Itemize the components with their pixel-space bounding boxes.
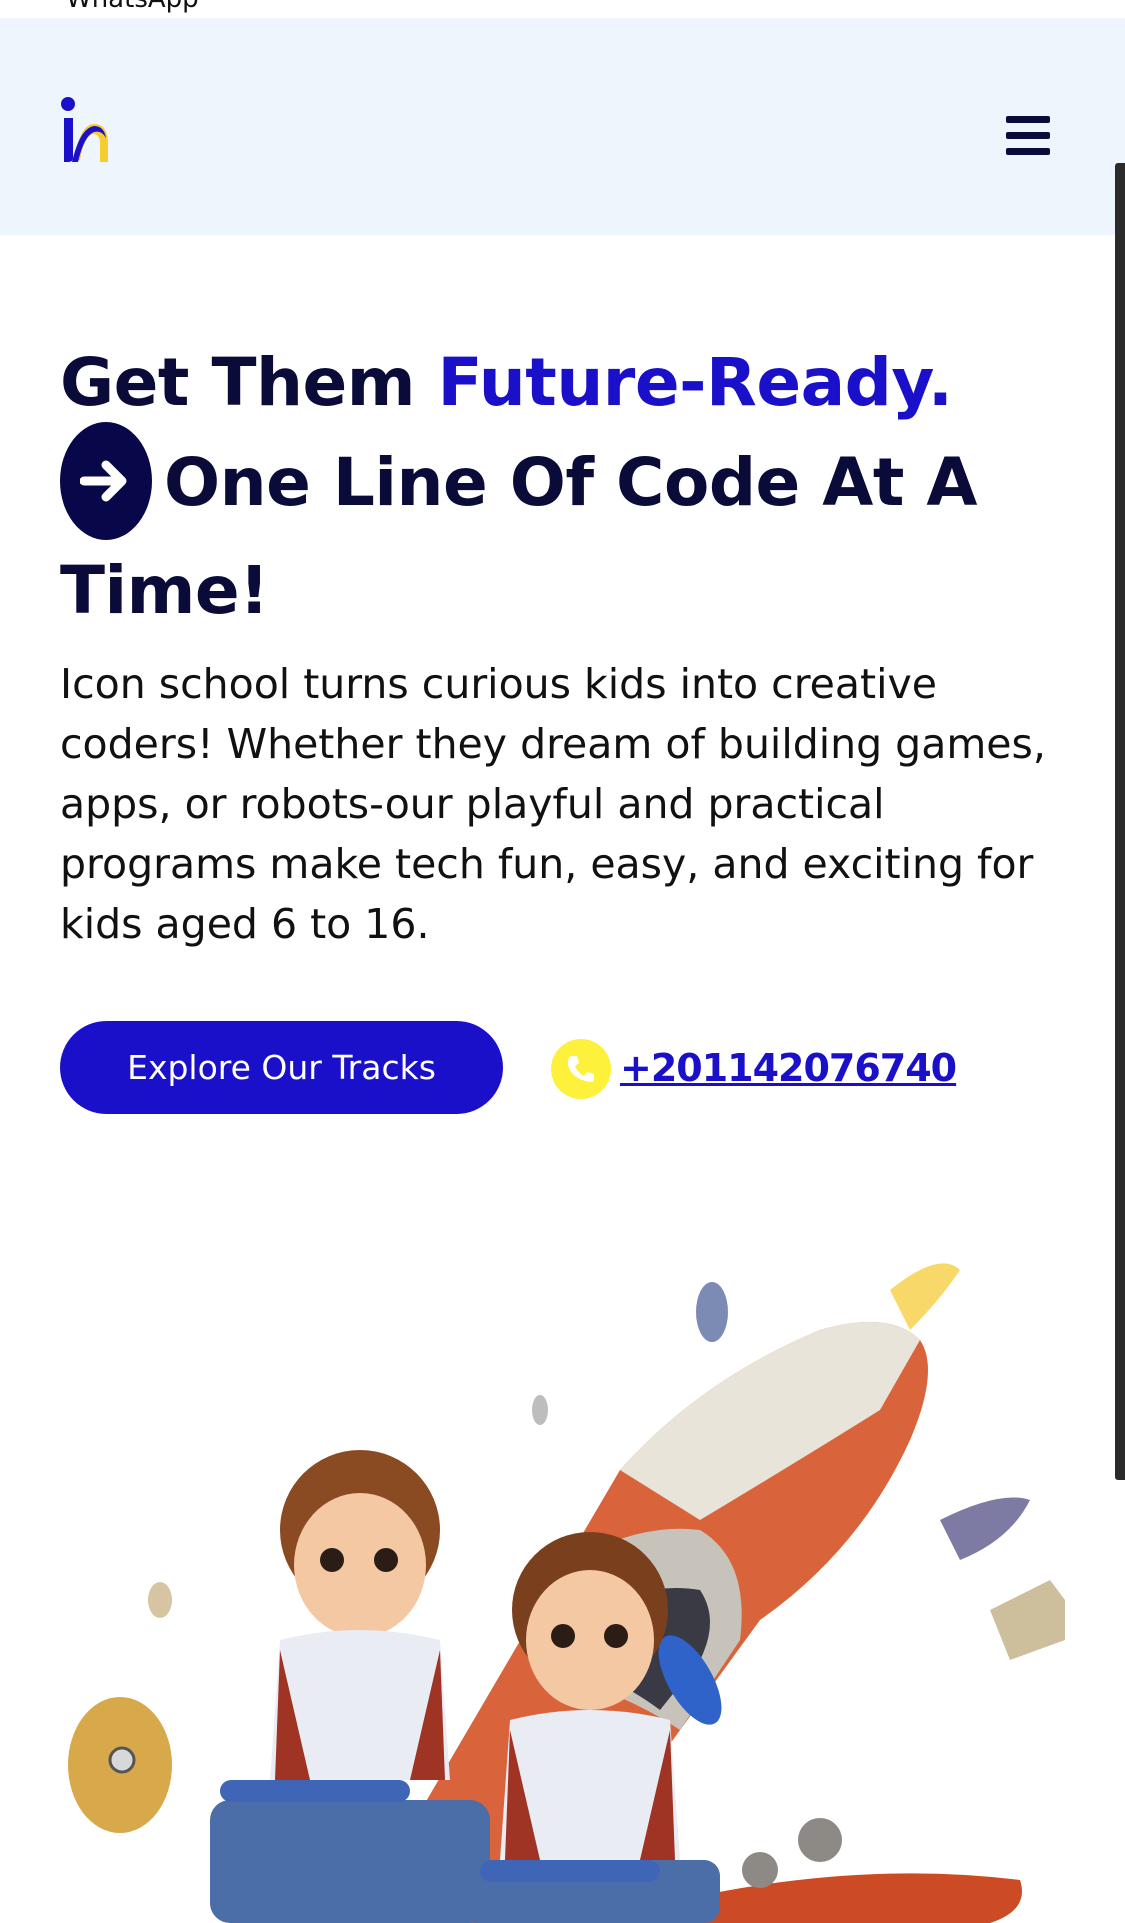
hero-description: Icon school turns curious kids into crea… [60,660,1046,948]
menu-icon [1006,116,1050,123]
phone-icon[interactable] [551,1039,611,1099]
hero-title-accent: Future-Ready. [437,344,953,421]
hero-title-part2: One Line Of Code At A Time! [60,444,978,629]
kids-rocket-illustration [68,1263,1065,1923]
logo-icon[interactable] [58,94,112,168]
whatsapp-label[interactable]: WhatsApp [66,0,199,14]
hero-title-part1: Get Them [60,344,438,421]
hamburger-menu-button[interactable] [1003,116,1053,160]
site-header [0,18,1125,235]
top-strip: WhatsApp [0,0,1125,18]
phone-number-link[interactable]: +201142076740 [620,1046,957,1090]
hero-title: Get Them Future-Ready. One Line Of Code … [60,338,1060,636]
explore-tracks-button[interactable]: Explore Our Tracks [60,1021,503,1114]
arrow-right-icon [60,422,152,540]
scrollbar[interactable] [1115,163,1125,1480]
